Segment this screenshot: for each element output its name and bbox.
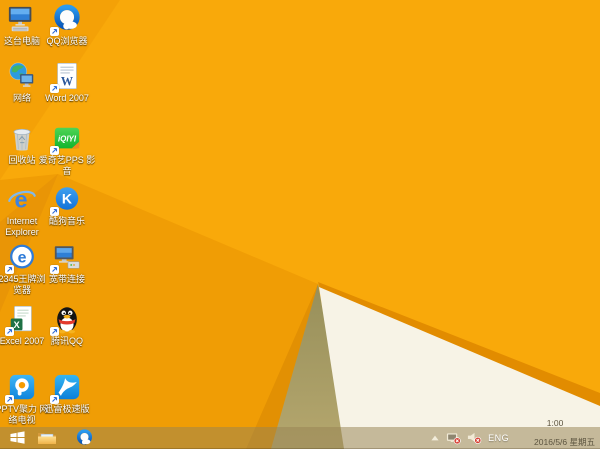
pptv-icon <box>5 372 37 404</box>
clock-time: 1:00 <box>546 418 564 428</box>
iqiyi-icon: iQIYI <box>50 123 82 155</box>
internet-explorer-icon: e <box>7 184 37 214</box>
desktop-icon-pptv[interactable]: PPTV聚力 网 络电视 <box>0 372 49 426</box>
shortcut-arrow-icon <box>50 146 59 155</box>
shortcut-arrow-icon <box>50 395 59 404</box>
volume-muted-icon[interactable] <box>467 431 482 445</box>
folder-icon <box>38 432 56 444</box>
desktop-icon-broadband[interactable]: 宽带连接 <box>45 242 89 285</box>
network-icon <box>7 61 37 91</box>
desktop-icon-label: 爱奇艺PPS 影 音 <box>38 155 96 176</box>
taskbar: ENG 1:00 2016/5/6 星期五 <box>0 418 600 449</box>
svg-text:K: K <box>62 191 73 207</box>
desktop-icon-kugou-music[interactable]: K 酷狗音乐 <box>45 184 89 227</box>
shortcut-arrow-icon <box>50 327 59 336</box>
svg-text:W: W <box>61 74 73 88</box>
desktop-icon-label: 腾讯QQ <box>50 336 83 346</box>
desktop-icon-internet-explorer[interactable]: e Internet Explorer <box>0 184 44 238</box>
svg-text:e: e <box>18 250 27 267</box>
desktop-icon-xunlei[interactable]: 迅雷极速版 <box>44 372 90 415</box>
qq-browser-icon <box>76 429 92 445</box>
shortcut-arrow-icon <box>50 265 59 274</box>
windows-logo-icon <box>9 431 25 444</box>
desktop-icon-tencent-qq[interactable]: 腾讯QQ <box>45 304 89 347</box>
shortcut-arrow-icon <box>5 395 14 404</box>
desktop-icon-label: Word 2007 <box>45 93 89 103</box>
desktop-icon-2345-browser[interactable]: e 2345王牌浏 览器 <box>0 242 46 296</box>
show-hidden-icons-button[interactable] <box>430 434 440 442</box>
word-icon: W <box>50 61 82 93</box>
recycle-bin-icon <box>7 123 37 153</box>
file-explorer-button[interactable] <box>34 427 60 449</box>
shortcut-arrow-icon <box>50 207 59 216</box>
desktop-icon-word-2007[interactable]: W Word 2007 <box>45 61 89 104</box>
language-indicator[interactable]: ENG <box>488 433 509 443</box>
broadband-connection-icon <box>50 242 82 274</box>
network-disconnected-icon[interactable] <box>446 431 461 445</box>
shortcut-arrow-icon <box>50 84 59 93</box>
qq-browser-icon <box>50 4 82 36</box>
clock-date: 2016/5/6 星期五 <box>534 437 595 447</box>
start-button[interactable] <box>2 427 32 449</box>
svg-text:e: e <box>15 186 28 212</box>
desktop-icon-label: QQ浏览器 <box>46 36 88 46</box>
svg-text:X: X <box>13 320 20 330</box>
desktop-icon-label: 酷狗音乐 <box>48 216 85 226</box>
shortcut-arrow-icon <box>5 327 14 336</box>
qq-browser-taskbar-button[interactable] <box>71 427 97 449</box>
svg-text:iQIYI: iQIYI <box>58 134 77 143</box>
this-pc-icon <box>7 4 37 34</box>
system-tray: ENG 1:00 2016/5/6 星期五 <box>430 418 598 449</box>
desktop: 这台电脑 QQ浏览器 网络 W Word 2007 回收站 iQIYI 爱奇艺P… <box>0 0 600 449</box>
desktop-icon-iqiyi-pps[interactable]: iQIYI 爱奇艺PPS 影 音 <box>39 123 95 177</box>
shortcut-arrow-icon <box>50 27 59 36</box>
shortcut-arrow-icon <box>5 265 14 274</box>
excel-icon: X <box>5 304 37 336</box>
kugou-icon: K <box>50 184 82 216</box>
qq-penguin-icon <box>50 304 82 336</box>
xunlei-bird-icon <box>50 372 82 404</box>
desktop-icon-label: 宽带连接 <box>48 274 85 284</box>
2345-browser-icon: e <box>5 242 37 274</box>
desktop-icon-label: 迅雷极速版 <box>44 404 90 414</box>
desktop-icon-qq-browser[interactable]: QQ浏览器 <box>45 4 89 47</box>
taskbar-clock[interactable]: 1:00 2016/5/6 星期五 <box>515 418 598 449</box>
